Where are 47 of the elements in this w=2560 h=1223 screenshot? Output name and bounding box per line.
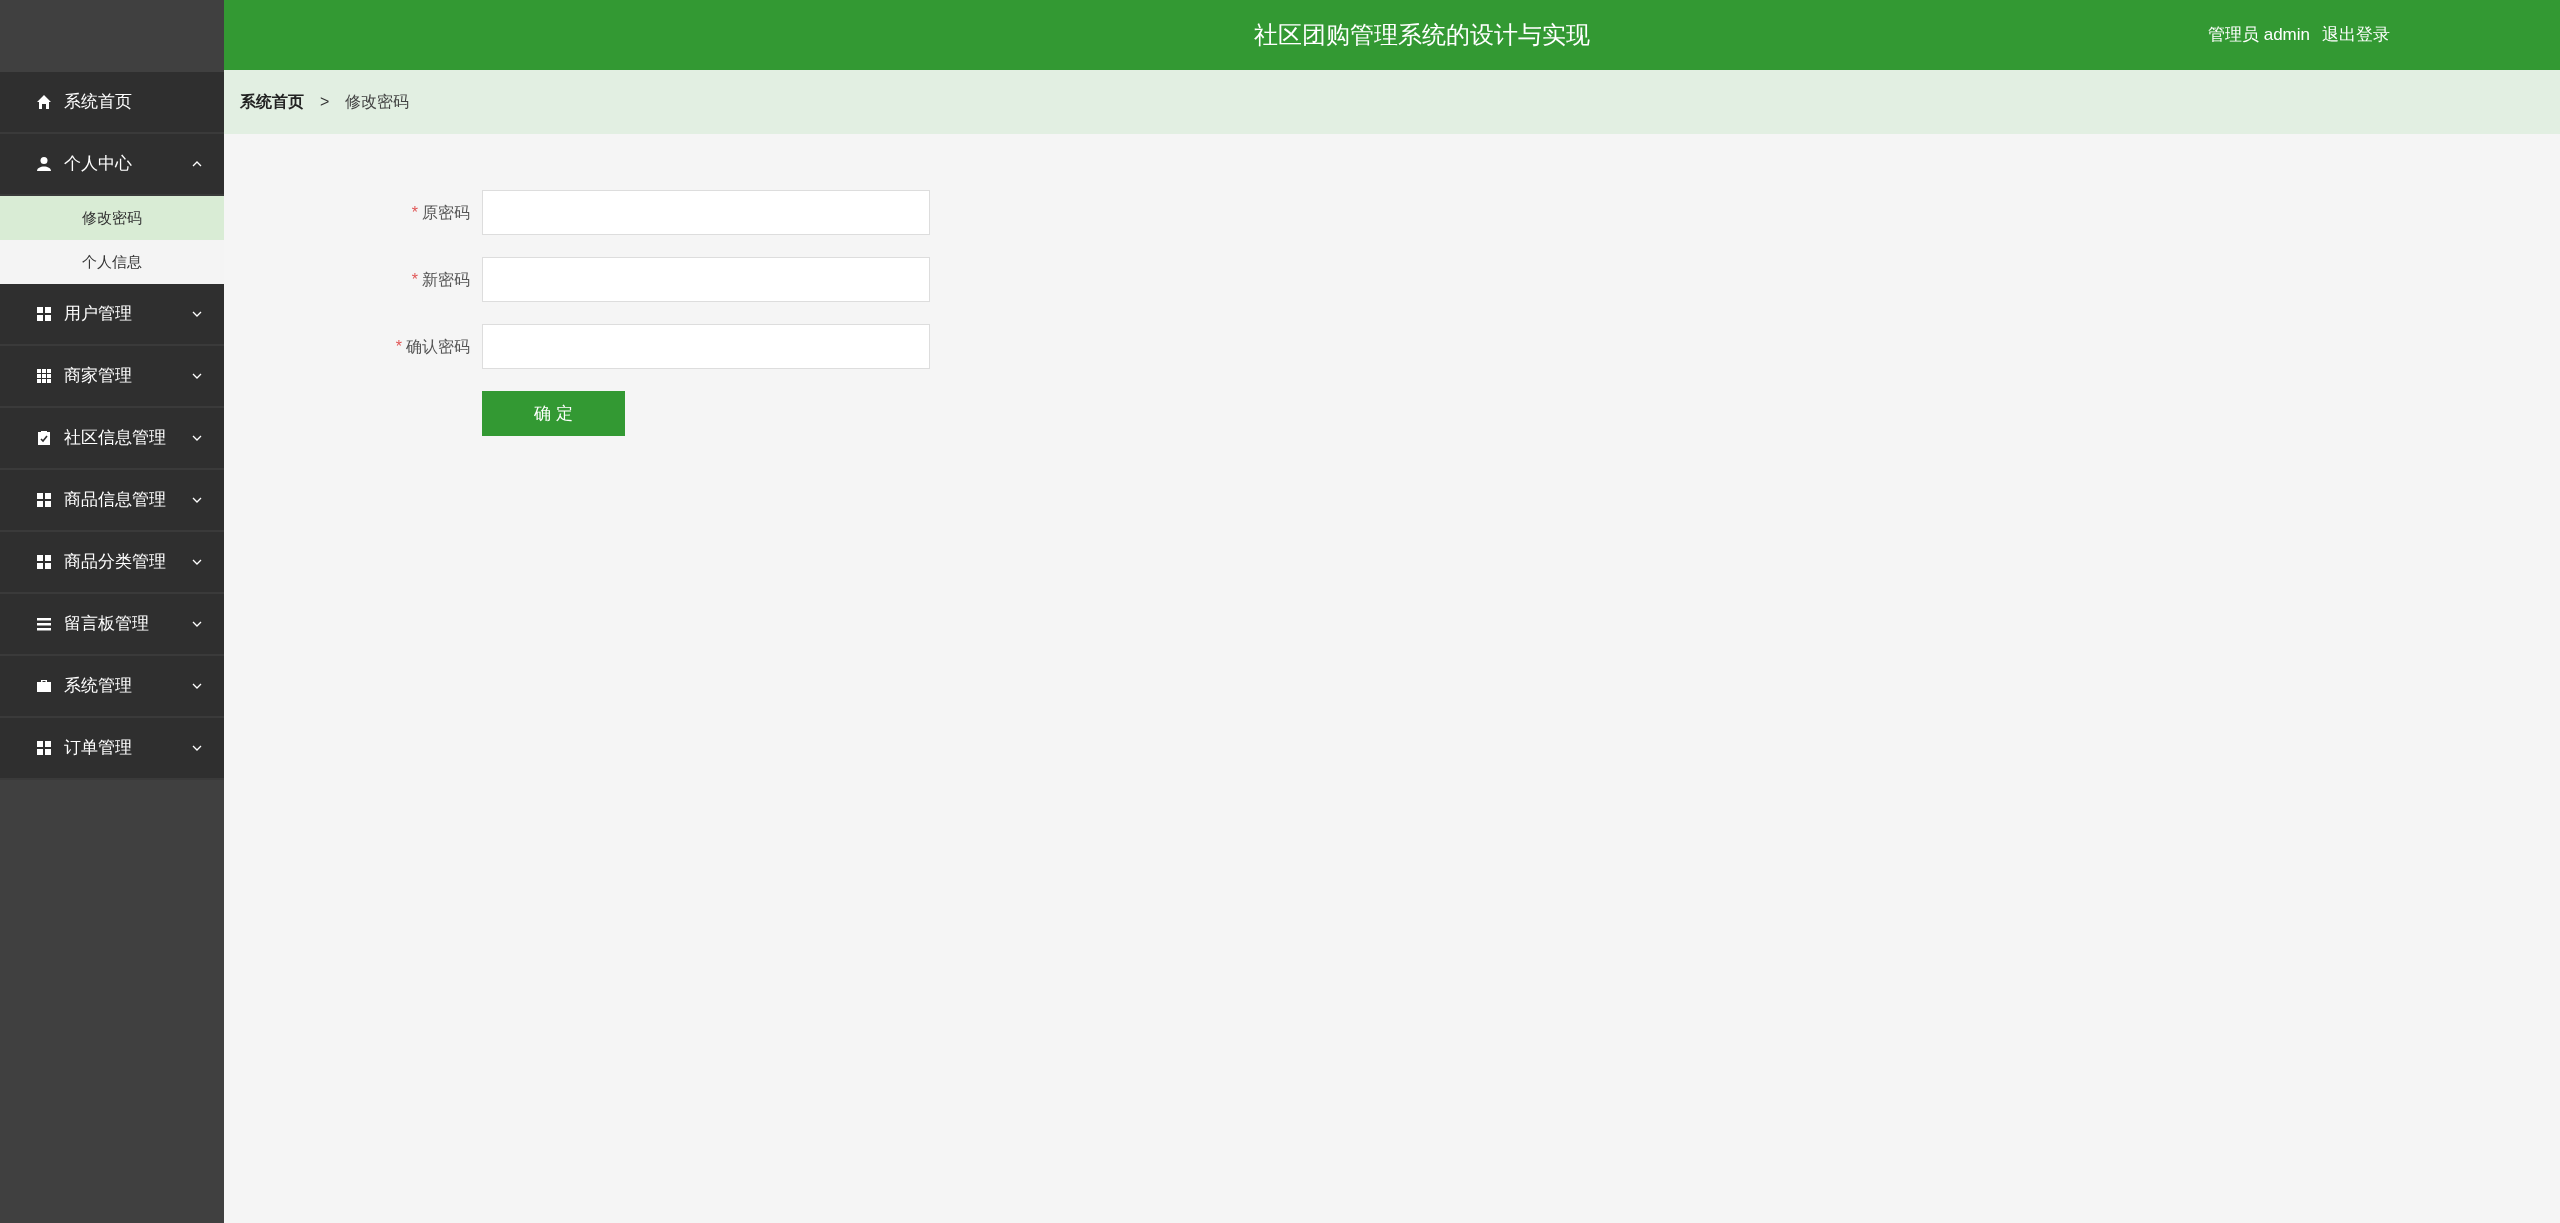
grid-icon [36,306,52,322]
chevron-icon [192,559,202,565]
menu-item[interactable]: 订单管理 [0,718,224,780]
confirm-button[interactable]: 确 定 [482,391,625,436]
field-label: 原密码 [422,202,470,223]
clipboard-check-icon [36,430,52,446]
required-mark: * [411,202,418,223]
menu-item[interactable]: 用户管理 [0,284,224,346]
menu-item[interactable]: 系统管理 [0,656,224,718]
logout-link[interactable]: 退出登录 [2322,22,2390,48]
submenu-item[interactable]: 修改密码 [0,196,224,240]
chevron-icon [192,683,202,689]
grid-icon [36,492,52,508]
password-field[interactable] [482,257,930,302]
app-title: 社区团购管理系统的设计与实现 [1254,20,1590,50]
chevron-icon [192,373,202,379]
grid-icon [36,554,52,570]
required-mark: * [395,336,402,357]
chevron-icon [192,621,202,627]
chevron-icon [192,745,202,751]
briefcase-icon [36,678,52,694]
menu-item[interactable]: 个人中心 [0,134,224,196]
password-field[interactable] [482,324,930,369]
menu-item[interactable]: 商家管理 [0,346,224,408]
menu-item[interactable]: 商品信息管理 [0,470,224,532]
chevron-icon [192,435,202,441]
menu-item[interactable]: 商品分类管理 [0,532,224,594]
breadcrumb-current: 修改密码 [345,92,410,112]
grid-icon [36,368,52,384]
menu-item[interactable]: 留言板管理 [0,594,224,656]
admin-label: 管理员 admin [2207,24,2310,46]
chevron-icon [192,497,202,503]
field-label: 新密码 [422,269,470,290]
required-mark: * [411,269,418,290]
chevron-icon [192,161,202,167]
grid-icon [36,740,52,756]
submenu-item[interactable]: 个人信息 [0,240,224,284]
user-icon [36,156,52,172]
chevron-icon [192,311,202,317]
list-icon [36,616,52,632]
menu-item[interactable]: 社区信息管理 [0,408,224,470]
menu-item[interactable]: 系统首页 [0,72,224,134]
home-icon [36,94,52,110]
field-label: 确认密码 [406,336,470,357]
breadcrumb-separator: > [319,92,331,112]
password-field[interactable] [482,190,930,235]
breadcrumb-link[interactable]: 系统首页 [240,90,304,114]
